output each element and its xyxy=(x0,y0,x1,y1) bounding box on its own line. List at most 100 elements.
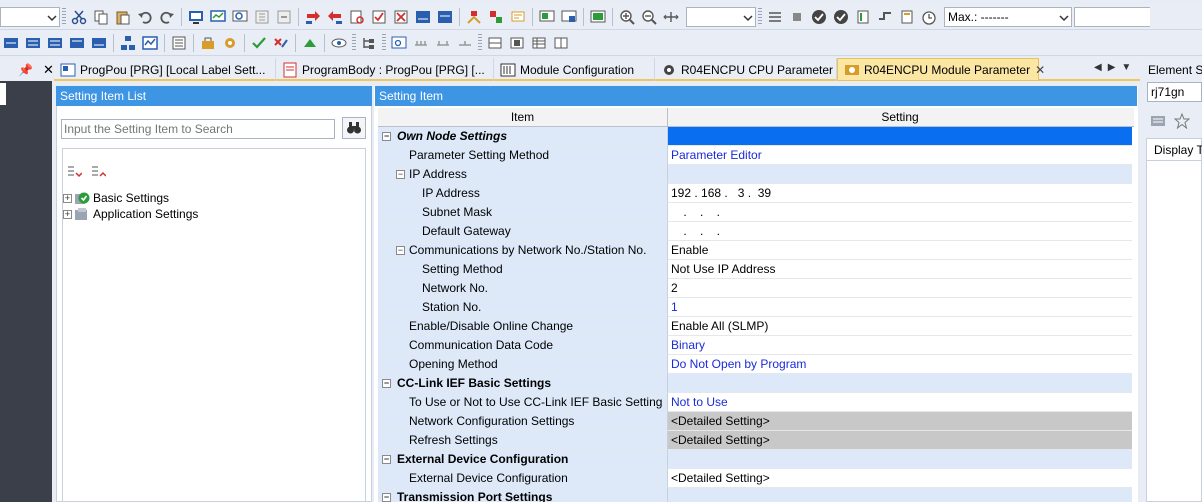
value-cell[interactable]: Not Use IP Address xyxy=(668,260,1132,279)
network-3-icon[interactable] xyxy=(455,33,475,53)
tool-icon[interactable] xyxy=(198,33,218,53)
device-label-2-icon[interactable] xyxy=(435,7,455,27)
table-row[interactable]: − Communications by Network No./Station … xyxy=(378,241,1134,260)
table-row[interactable]: IP Address 192 . 168 . 3 . 39 xyxy=(378,184,1134,203)
check-all-icon[interactable] xyxy=(831,7,851,27)
remote-stop-icon[interactable] xyxy=(391,7,411,27)
toolbar-grip[interactable] xyxy=(382,33,386,52)
chevron-left-icon[interactable]: ◀ xyxy=(1094,62,1102,73)
window-search-icon[interactable] xyxy=(389,33,409,53)
table-row[interactable]: Default Gateway . . . xyxy=(378,222,1134,241)
table-row[interactable]: Network Configuration Settings <Detailed… xyxy=(378,412,1134,431)
redo-icon[interactable] xyxy=(157,7,177,27)
max-scan-combo[interactable]: Max.: ------- xyxy=(944,6,1072,27)
bookmark-icon[interactable] xyxy=(897,7,917,27)
table-row[interactable]: − IP Address xyxy=(378,165,1134,184)
table-row[interactable]: External Device Configuration <Detailed … xyxy=(378,469,1134,488)
check-circle-icon[interactable] xyxy=(809,7,829,27)
toolbar-grip[interactable] xyxy=(352,33,356,52)
column-header-item[interactable]: Item xyxy=(378,108,668,126)
comment-icon[interactable] xyxy=(508,7,528,27)
step-icon[interactable] xyxy=(486,7,506,27)
table-row[interactable]: − Transmission Port Settings xyxy=(378,488,1134,502)
timer-icon[interactable] xyxy=(919,7,939,27)
dev-3-icon[interactable] xyxy=(67,33,87,53)
value-cell[interactable]: 1 xyxy=(668,298,1132,317)
zoom-in-icon[interactable] xyxy=(617,7,637,27)
star-icon[interactable] xyxy=(1174,113,1190,129)
value-cell[interactable]: Do Not Open by Program xyxy=(668,355,1132,374)
collapse-icon[interactable]: − xyxy=(382,492,391,502)
setting-search-input[interactable] xyxy=(61,119,335,139)
expand-icon[interactable]: + xyxy=(63,209,72,219)
column-header-setting[interactable]: Setting xyxy=(668,108,1132,126)
table-row[interactable]: Station No. 1 xyxy=(378,298,1134,317)
toolbar-combo-left[interactable] xyxy=(0,6,60,27)
monitor-icon[interactable] xyxy=(208,7,228,27)
cut-icon[interactable] xyxy=(69,7,89,27)
settings-wizard-icon[interactable] xyxy=(220,33,240,53)
table-row[interactable]: Refresh Settings <Detailed Setting> xyxy=(378,431,1134,450)
toolbar-combo-right[interactable] xyxy=(1074,6,1150,27)
value-cell[interactable]: . . . xyxy=(668,203,1132,222)
copy-icon[interactable] xyxy=(91,7,111,27)
table-row[interactable]: − Own Node Settings xyxy=(378,127,1134,146)
watch-icon[interactable] xyxy=(537,7,557,27)
value-cell[interactable]: Parameter Editor xyxy=(668,146,1132,165)
check-edit-icon[interactable] xyxy=(249,33,269,53)
tree-item-application-settings[interactable]: + Application Settings xyxy=(63,206,198,222)
table-row[interactable]: Network No. 2 xyxy=(378,279,1134,298)
table-row[interactable]: To Use or Not to Use CC-Link IEF Basic S… xyxy=(378,393,1134,412)
expand-icon[interactable]: + xyxy=(63,193,72,203)
value-cell[interactable]: Binary xyxy=(668,336,1132,355)
collapse-icon[interactable]: − xyxy=(396,169,405,179)
connection-icon[interactable] xyxy=(875,7,895,27)
pin-icon[interactable]: 📌 xyxy=(18,63,33,77)
tree-toggle-icon[interactable] xyxy=(359,33,379,53)
device-label-icon[interactable] xyxy=(413,7,433,27)
table-row[interactable]: Enable/Disable Online Change Enable All … xyxy=(378,317,1134,336)
jump-icon[interactable] xyxy=(274,7,294,27)
value-cell[interactable]: 192 . 168 . 3 . 39 xyxy=(668,184,1132,203)
stop-square-icon[interactable] xyxy=(787,7,807,27)
value-cell[interactable]: Not to Use xyxy=(668,393,1132,412)
table-row[interactable]: Setting Method Not Use IP Address xyxy=(378,260,1134,279)
detail-view-icon[interactable] xyxy=(507,33,527,53)
toolbar-grip[interactable] xyxy=(758,7,762,26)
zoom-combo[interactable] xyxy=(686,6,756,27)
table-row[interactable]: − CC-Link IEF Basic Settings xyxy=(378,374,1134,393)
dev-2-icon[interactable] xyxy=(45,33,65,53)
collapse-icon[interactable]: − xyxy=(396,245,405,255)
undo-icon[interactable] xyxy=(135,7,155,27)
table-view-icon[interactable] xyxy=(529,33,549,53)
tab-cpu-parameter[interactable]: R04ENCPU CPU Parameter xyxy=(655,58,837,81)
element-list-icon[interactable] xyxy=(1150,113,1166,129)
monitor-start-icon[interactable] xyxy=(559,7,579,27)
toolbar-grip[interactable] xyxy=(478,33,482,52)
table-row[interactable]: Parameter Setting Method Parameter Edito… xyxy=(378,146,1134,165)
write-to-plc-icon[interactable] xyxy=(303,7,323,27)
value-cell[interactable]: . . . xyxy=(668,222,1132,241)
dev-1-icon[interactable] xyxy=(23,33,43,53)
detailed-setting-button[interactable]: <Detailed Setting> xyxy=(668,431,1132,450)
value-cell[interactable]: Enable xyxy=(668,241,1132,260)
list-icon[interactable] xyxy=(169,33,189,53)
dev-4-icon[interactable] xyxy=(89,33,109,53)
verify-icon[interactable] xyxy=(347,7,367,27)
collapse-icon[interactable]: − xyxy=(382,378,391,388)
collapse-icon[interactable]: − xyxy=(382,454,391,464)
detailed-setting-button[interactable]: <Detailed Setting> xyxy=(668,412,1132,431)
zoom-out-icon[interactable] xyxy=(639,7,659,27)
tab-local-label[interactable]: ProgPou [PRG] [Local Label Sett... xyxy=(54,58,276,81)
program-list-icon[interactable] xyxy=(765,7,785,27)
collapse-icon[interactable]: − xyxy=(382,131,391,141)
ladder-icon[interactable] xyxy=(464,7,484,27)
expand-all-icon[interactable] xyxy=(66,164,82,180)
build-icon[interactable] xyxy=(300,33,320,53)
table-row[interactable]: Opening Method Do Not Open by Program xyxy=(378,355,1134,374)
value-cell[interactable]: Enable All (SLMP) xyxy=(668,317,1132,336)
monitor-mode-icon[interactable] xyxy=(588,7,608,27)
tab-display[interactable]: Display T xyxy=(1147,139,1202,161)
tree-item-basic-settings[interactable]: + Basic Settings xyxy=(63,190,198,206)
view-icon[interactable] xyxy=(329,33,349,53)
